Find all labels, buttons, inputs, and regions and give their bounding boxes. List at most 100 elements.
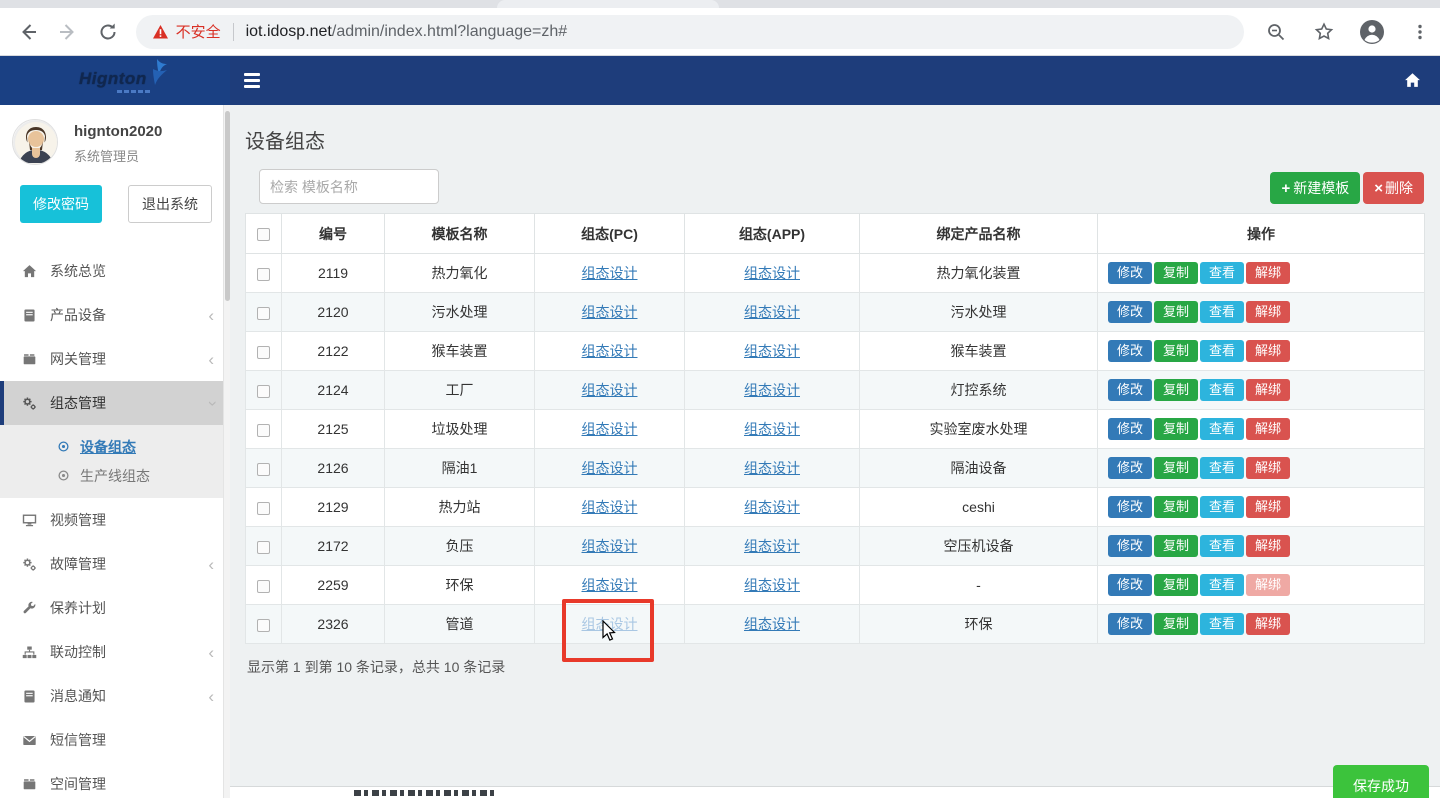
unbind-button[interactable]: 解绑 bbox=[1246, 535, 1290, 557]
url-path[interactable]: /admin/index.html?language=zh# bbox=[332, 23, 567, 41]
modify-button[interactable]: 修改 bbox=[1108, 613, 1152, 635]
pc-config-link[interactable]: 组态设计 bbox=[582, 343, 638, 359]
modify-button[interactable]: 修改 bbox=[1108, 418, 1152, 440]
copy-button[interactable]: 复制 bbox=[1154, 379, 1198, 401]
app-config-link[interactable]: 组态设计 bbox=[744, 538, 800, 554]
unbind-button[interactable]: 解绑 bbox=[1246, 301, 1290, 323]
unbind-button[interactable]: 解绑 bbox=[1246, 574, 1290, 596]
sidebar-item-fault[interactable]: 故障管理‹ bbox=[0, 542, 230, 586]
unbind-button[interactable]: 解绑 bbox=[1246, 418, 1290, 440]
unbind-button[interactable]: 解绑 bbox=[1246, 262, 1290, 284]
row-checkbox[interactable] bbox=[257, 541, 270, 554]
sidebar-item-message[interactable]: 消息通知‹ bbox=[0, 674, 230, 718]
app-config-link[interactable]: 组态设计 bbox=[744, 304, 800, 320]
row-checkbox[interactable] bbox=[257, 346, 270, 359]
forward-icon[interactable] bbox=[48, 15, 88, 49]
logout-button[interactable]: 退出系统 bbox=[128, 185, 212, 223]
sidebar-item-maintain[interactable]: 保养计划 bbox=[0, 586, 230, 630]
modify-button[interactable]: 修改 bbox=[1108, 262, 1152, 284]
sidebar-item-sms[interactable]: 短信管理 bbox=[0, 718, 230, 762]
sidebar-scrollbar[interactable] bbox=[223, 105, 230, 798]
sidebar-item-scada[interactable]: 组态管理‹ bbox=[0, 381, 230, 425]
sidebar-item-linkage[interactable]: 联动控制‹ bbox=[0, 630, 230, 674]
row-checkbox[interactable] bbox=[257, 268, 270, 281]
copy-button[interactable]: 复制 bbox=[1154, 340, 1198, 362]
copy-button[interactable]: 复制 bbox=[1154, 535, 1198, 557]
pc-config-link[interactable]: 组态设计 bbox=[582, 421, 638, 437]
row-checkbox[interactable] bbox=[257, 385, 270, 398]
pc-config-link[interactable]: 组态设计 bbox=[582, 382, 638, 398]
view-button[interactable]: 查看 bbox=[1200, 379, 1244, 401]
app-config-link[interactable]: 组态设计 bbox=[744, 577, 800, 593]
copy-button[interactable]: 复制 bbox=[1154, 262, 1198, 284]
sidebar-item-products[interactable]: 产品设备‹ bbox=[0, 293, 230, 337]
row-checkbox[interactable] bbox=[257, 580, 270, 593]
security-label[interactable]: 不安全 bbox=[176, 21, 221, 42]
brand-logo[interactable]: Hignton bbox=[0, 56, 230, 105]
profile-avatar-icon[interactable] bbox=[1352, 15, 1392, 49]
home-icon[interactable] bbox=[1398, 67, 1426, 95]
copy-button[interactable]: 复制 bbox=[1154, 613, 1198, 635]
app-config-link[interactable]: 组态设计 bbox=[744, 382, 800, 398]
url-host[interactable]: iot.idosp.net bbox=[246, 23, 332, 41]
modify-button[interactable]: 修改 bbox=[1108, 340, 1152, 362]
pc-config-link[interactable]: 组态设计 bbox=[582, 499, 638, 515]
pc-config-link[interactable]: 组态设计 bbox=[582, 577, 638, 593]
row-checkbox[interactable] bbox=[257, 619, 270, 632]
pc-config-link[interactable]: 组态设计 bbox=[582, 538, 638, 554]
select-all-checkbox[interactable] bbox=[257, 228, 270, 241]
unbind-button[interactable]: 解绑 bbox=[1246, 496, 1290, 518]
security-warning-icon[interactable] bbox=[152, 24, 169, 40]
app-config-link[interactable]: 组态设计 bbox=[744, 499, 800, 515]
copy-button[interactable]: 复制 bbox=[1154, 457, 1198, 479]
change-password-button[interactable]: 修改密码 bbox=[20, 185, 102, 223]
modify-button[interactable]: 修改 bbox=[1108, 457, 1152, 479]
copy-button[interactable]: 复制 bbox=[1154, 301, 1198, 323]
sidebar-item-gateway[interactable]: 网关管理‹ bbox=[0, 337, 230, 381]
sidebar-item-overview[interactable]: 系统总览 bbox=[0, 249, 230, 293]
row-checkbox[interactable] bbox=[257, 463, 270, 476]
modify-button[interactable]: 修改 bbox=[1108, 496, 1152, 518]
new-template-button[interactable]: +新建模板 bbox=[1270, 172, 1360, 204]
address-bar[interactable]: 不安全 iot.idosp.net/admin/index.html?langu… bbox=[136, 15, 1244, 49]
modify-button[interactable]: 修改 bbox=[1108, 301, 1152, 323]
pc-config-link[interactable]: 组态设计 bbox=[582, 304, 638, 320]
unbind-button[interactable]: 解绑 bbox=[1246, 340, 1290, 362]
pc-config-link[interactable]: 组态设计 bbox=[582, 460, 638, 476]
sidebar-item-video[interactable]: 视频管理 bbox=[0, 498, 230, 542]
app-config-link[interactable]: 组态设计 bbox=[744, 460, 800, 476]
sidebar-toggle-icon[interactable] bbox=[244, 70, 270, 92]
app-config-link[interactable]: 组态设计 bbox=[744, 265, 800, 281]
view-button[interactable]: 查看 bbox=[1200, 301, 1244, 323]
copy-button[interactable]: 复制 bbox=[1154, 496, 1198, 518]
modify-button[interactable]: 修改 bbox=[1108, 379, 1152, 401]
app-config-link[interactable]: 组态设计 bbox=[744, 421, 800, 437]
row-checkbox[interactable] bbox=[257, 502, 270, 515]
delete-button[interactable]: ×删除 bbox=[1363, 172, 1424, 204]
modify-button[interactable]: 修改 bbox=[1108, 535, 1152, 557]
modify-button[interactable]: 修改 bbox=[1108, 574, 1152, 596]
row-checkbox[interactable] bbox=[257, 424, 270, 437]
unbind-button[interactable]: 解绑 bbox=[1246, 613, 1290, 635]
view-button[interactable]: 查看 bbox=[1200, 574, 1244, 596]
pc-config-link[interactable]: 组态设计 bbox=[582, 265, 638, 281]
sidebar-item-space[interactable]: 空间管理 bbox=[0, 762, 230, 798]
browser-menu-icon[interactable] bbox=[1400, 15, 1440, 49]
view-button[interactable]: 查看 bbox=[1200, 613, 1244, 635]
reload-icon[interactable] bbox=[88, 15, 128, 49]
unbind-button[interactable]: 解绑 bbox=[1246, 379, 1290, 401]
copy-button[interactable]: 复制 bbox=[1154, 574, 1198, 596]
view-button[interactable]: 查看 bbox=[1200, 262, 1244, 284]
app-config-link[interactable]: 组态设计 bbox=[744, 616, 800, 632]
view-button[interactable]: 查看 bbox=[1200, 457, 1244, 479]
copy-button[interactable]: 复制 bbox=[1154, 418, 1198, 440]
back-icon[interactable] bbox=[8, 15, 48, 49]
search-input[interactable] bbox=[259, 169, 439, 204]
sidebar-subitem-device-scada[interactable]: 设备组态 bbox=[0, 432, 230, 461]
sidebar-subitem-line-scada[interactable]: 生产线组态 bbox=[0, 461, 230, 490]
unbind-button[interactable]: 解绑 bbox=[1246, 457, 1290, 479]
view-button[interactable]: 查看 bbox=[1200, 535, 1244, 557]
view-button[interactable]: 查看 bbox=[1200, 340, 1244, 362]
zoom-out-icon[interactable] bbox=[1256, 15, 1296, 49]
view-button[interactable]: 查看 bbox=[1200, 418, 1244, 440]
